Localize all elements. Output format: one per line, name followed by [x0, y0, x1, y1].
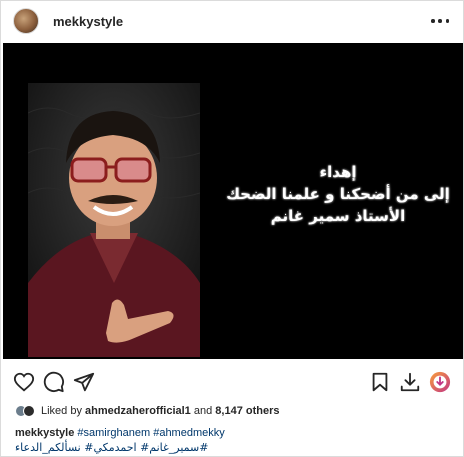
liker-avatar[interactable]	[23, 405, 35, 417]
heart-icon[interactable]	[13, 371, 35, 393]
post-card: mekkystyle إهداء إلى من أضحكنا و علمنا ا…	[0, 0, 464, 457]
bookmark-icon[interactable]	[369, 371, 391, 393]
post-username[interactable]: mekkystyle	[53, 14, 123, 29]
likes-prefix: Liked by	[41, 405, 82, 417]
download-icon[interactable]	[399, 371, 421, 393]
image-text-line2: إلى من أضحكنا و علمنا الضحك	[226, 185, 450, 203]
likes-row: Liked by ahmedzaherofficial1 and 8,147 o…	[15, 403, 280, 419]
extension-icon[interactable]	[429, 371, 451, 393]
likes-count[interactable]: 8,147 others	[215, 405, 279, 417]
likes-middle: and	[193, 405, 213, 417]
caption-username[interactable]: mekkystyle	[15, 427, 74, 439]
send-icon[interactable]	[73, 371, 95, 393]
caption-hashtags[interactable]: #samirghanem #ahmedmekky	[77, 427, 224, 439]
more-icon[interactable]	[431, 13, 449, 29]
caption-hashtags-arabic[interactable]: سمير_غانم# احمدمكي# نسألكم_الدعاء#	[15, 441, 208, 454]
caption-line1: mekkystyle #samirghanem #ahmedmekky	[15, 427, 225, 439]
post-header: mekkystyle	[1, 1, 463, 41]
image-text-line3: الأستاذ سمير غانم	[270, 207, 406, 225]
image-caption-text: إهداء إلى من أضحكنا و علمنا الضحك الأستا…	[223, 161, 453, 227]
portrait-photo	[28, 83, 200, 357]
user-avatar[interactable]	[13, 8, 39, 34]
comment-icon[interactable]	[43, 371, 65, 393]
action-bar	[1, 361, 463, 403]
post-image[interactable]: إهداء إلى من أضحكنا و علمنا الضحك الأستا…	[3, 43, 463, 359]
likes-user[interactable]: ahmedzaherofficial1	[85, 405, 191, 417]
image-text-line1: إهداء	[319, 163, 357, 181]
